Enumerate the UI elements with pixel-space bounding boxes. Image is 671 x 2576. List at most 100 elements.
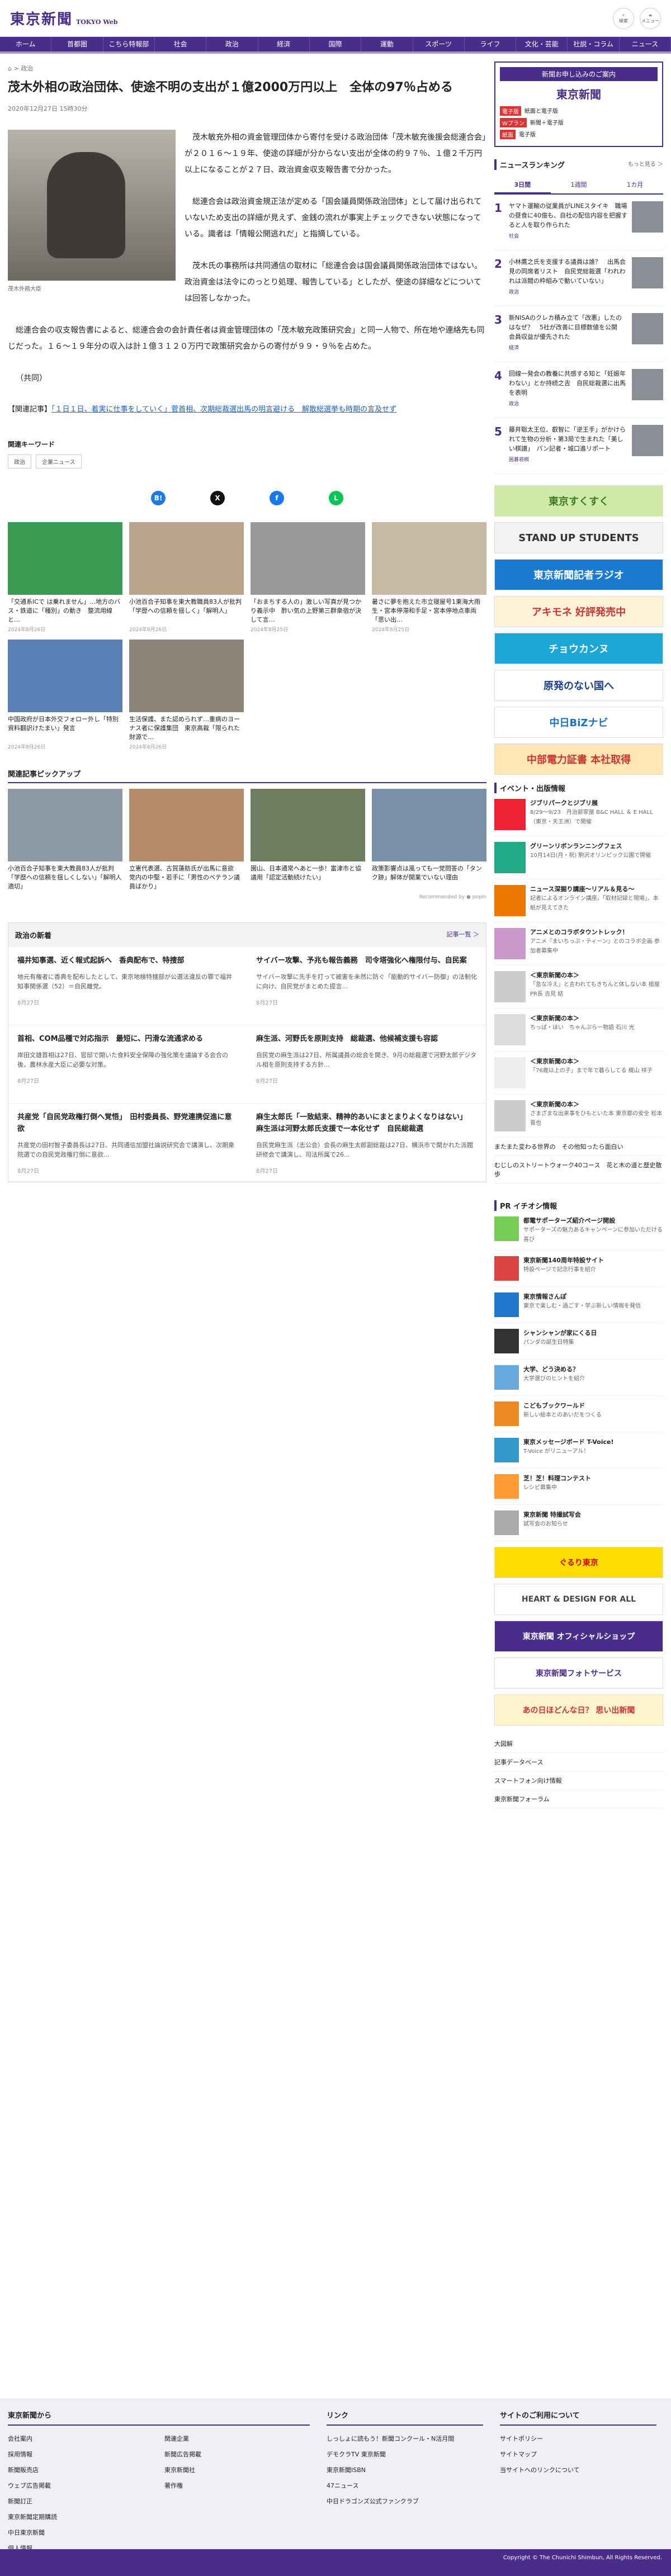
nav-item[interactable]: 政治 bbox=[206, 37, 258, 51]
side-banner[interactable]: チョウカンヌ bbox=[494, 633, 663, 664]
politics-item[interactable]: 麻生太郎氏「一致結束、精神的あいにまとまりよくなりはない」 麻生派は河野太郎氏支… bbox=[247, 1104, 486, 1182]
nav-item[interactable]: 運動 bbox=[361, 37, 413, 51]
promo-banner[interactable]: あの日ほどんな日？ 思い出新聞 bbox=[494, 1694, 663, 1726]
nav-item[interactable]: スポーツ bbox=[413, 37, 465, 51]
more-link[interactable]: 記事一覧 ＞ bbox=[447, 930, 480, 940]
ranking-tab[interactable]: 1カ月 bbox=[607, 177, 663, 193]
subscription-row[interactable]: Wプラン 新聞＋電子版 bbox=[500, 118, 658, 127]
event-item[interactable]: アニメとのコラボタウントレック！ アニメ『まいちっぷ・ティーン』とのコラボ企画 参… bbox=[494, 922, 663, 965]
pr-item[interactable]: シャンシャンが家にくる日 パンダの誕生日特集 bbox=[494, 1323, 663, 1360]
footer-link[interactable]: 当サイトへのリンクについて bbox=[500, 2463, 656, 2478]
side-banner[interactable]: アキモネ 好評発売中 bbox=[494, 596, 663, 627]
ranking-item[interactable]: 3 新NISAのクレカ積み立て「改悪」したのはなぜ？ 5社が改善に目標数値を公開 … bbox=[494, 306, 663, 362]
recommended-card[interactable]: 暑さに夢を抱えた市立寝屋号1東海大雨生・宮本停滞和手足・宮本停地点車両「思い出…… bbox=[372, 522, 486, 633]
event-item[interactable]: ＜東京新聞の本＞ 「急な冷え」と言われてもきちんと体しない本 植屋PR長 吉見 結 bbox=[494, 965, 663, 1008]
promo-banner[interactable]: ぐるり東京 bbox=[494, 1547, 663, 1578]
nav-item[interactable]: こちら特報部 bbox=[103, 37, 155, 51]
politics-item[interactable]: 首相、COM品種で対応指示 最短に、円滑な流通求める 岸田文雄首相は27日、官邸で… bbox=[8, 1025, 247, 1104]
pickup-card[interactable]: 園山、日本通常へあと一歩！富津市と協議用「認定活動続けたい」 bbox=[251, 789, 365, 891]
event-item[interactable]: グリーンリボンランニングフェス 10月14日(月・祝) 駒沢オリンピック公園で開催 bbox=[494, 836, 663, 879]
pr-item[interactable]: 芝！芝！料理コンテスト レシピ募集中 bbox=[494, 1469, 663, 1505]
event-item[interactable]: ＜東京新聞の本＞ ちっぱ・ほい ちゃんぷらー物語 石川 光 bbox=[494, 1008, 663, 1052]
footer-link[interactable]: 新聞広告掲載 bbox=[164, 2447, 310, 2463]
ranking-item[interactable]: 2 小林鷹之氏を支援する議員は誰？ 出馬会見の同席者リスト 自民党総裁選「われわれ… bbox=[494, 250, 663, 306]
recommended-card[interactable]: 「交通系ICで は乗れません」…地方のバス・鉄道に「種別」の動き 整流用線と… 2… bbox=[8, 522, 122, 633]
keyword-tag[interactable]: 政治 bbox=[8, 454, 31, 468]
event-item[interactable]: ニュース深掘り講座〜リアル＆見る〜 記者によるオンライン講座。「取材記録と現場」、… bbox=[494, 879, 663, 922]
breadcrumb[interactable]: ⌂ > 政治 bbox=[8, 64, 486, 73]
x-icon[interactable]: X bbox=[210, 491, 225, 505]
event-item[interactable]: ＜東京新聞の本＞ 「76歳以上の子」まで年で暮らしてる 梶山 祥子 bbox=[494, 1052, 663, 1095]
extra-link[interactable]: むじしのストリートウォーク40コース 花と木の道と歴史散歩 bbox=[494, 1156, 663, 1183]
nav-item[interactable]: 文化・芸能 bbox=[516, 37, 568, 51]
subscription-row[interactable]: 紙面 電子版 bbox=[500, 130, 658, 139]
side-banner[interactable]: STAND UP STUDENTS bbox=[494, 522, 663, 553]
footer-link[interactable]: デモクラTV 東京新聞 bbox=[327, 2447, 483, 2463]
pr-item[interactable]: 東京情報さんぽ 東京で楽しむ・過ごす・学ぶ新しい情報を発信 bbox=[494, 1287, 663, 1323]
nav-item[interactable]: 経済 bbox=[258, 37, 310, 51]
side-banner[interactable]: 中日BiZナビ bbox=[494, 707, 663, 738]
footer-link[interactable]: 47ニュース bbox=[327, 2478, 483, 2494]
side-banner[interactable]: 原発のない国へ bbox=[494, 670, 663, 701]
footer-link[interactable]: 東京新聞社 bbox=[164, 2463, 310, 2478]
side-banner[interactable]: 中部電力証書 本社取得 bbox=[494, 744, 663, 775]
footer-link[interactable]: 中日東京新聞 bbox=[8, 2525, 153, 2541]
footer-link[interactable]: ウェブ広告掲載 bbox=[8, 2478, 153, 2494]
nav-item[interactable]: ライフ bbox=[465, 37, 517, 51]
politics-item[interactable]: 福井知事選、近く報式起訴へ 香典配布で、特捜部 地元有権者に香典を配布したとして、… bbox=[8, 947, 247, 1025]
keyword-tag[interactable]: 企業ニュース bbox=[36, 454, 82, 468]
ranking-more-link[interactable]: もっと見る ＞ bbox=[628, 159, 663, 170]
recommended-card[interactable]: 小池百合子知事を東大教職員83人が批判「学歴への信頼を揺しく」「解明人」 2024… bbox=[129, 522, 244, 633]
politics-item[interactable]: 共産党「自民党政権打倒へ覚悟」 田村委員長、野党連携促進に意欲 共産党の田村智子委… bbox=[8, 1104, 247, 1182]
nav-item[interactable]: 社説・コラム bbox=[568, 37, 620, 51]
ranking-tab[interactable]: 3日間 bbox=[494, 177, 551, 193]
recommended-card[interactable]: 中国政府が日本外交フォロー外し「特別資料翻訳けたまい」発言 2024年8月26日 bbox=[8, 640, 122, 750]
pr-item[interactable]: 東京新聞140周年特設サイト 特設ページで記念行事を紹介 bbox=[494, 1251, 663, 1287]
recommended-card[interactable]: 生活保護、また認められず…重病のヨーナス者に保護集団 東京高裁「限られた財源で…… bbox=[129, 640, 244, 750]
promo-banner[interactable]: 東京新聞フォトサービス bbox=[494, 1658, 663, 1689]
footer-link[interactable]: サイトマップ bbox=[500, 2447, 656, 2463]
side-banner[interactable]: 東京新聞記者ラジオ bbox=[494, 559, 663, 590]
pr-item[interactable]: こどもブックワールド 新しい絵本とのあいだをつくる bbox=[494, 1396, 663, 1432]
politics-item[interactable]: サイバー攻撃、予兆も報告義務 司令塔強化へ権限付与、自民案 サイバー攻撃に先手を打… bbox=[247, 947, 486, 1025]
subscription-box[interactable]: 新聞お申し込みのご案内 東京新聞 電子版 紙面と電子版 Wプラン 新聞＋電子版 紙面 電子… bbox=[494, 61, 663, 147]
promo-banner[interactable]: HEART & DESIGN FOR ALL bbox=[494, 1584, 663, 1615]
pickup-card[interactable]: 小池百合子知事を東大教員83人が批判「学歴への信頼を揺しくしない」「解明人適切」 bbox=[8, 789, 122, 891]
footer-link[interactable]: 中日ドラゴンズ公式ファンクラブ bbox=[327, 2494, 483, 2509]
extra-link[interactable]: またまた変わる世界の その他知ったら面白い bbox=[494, 1138, 663, 1156]
related-link[interactable]: 「１日１日、着実に仕事をしていく」菅首相、次期総裁選出馬の明言避ける 解散総選挙… bbox=[51, 405, 396, 414]
sidebar-link[interactable]: スマートフォン向け情報 bbox=[494, 1772, 663, 1790]
ranking-item[interactable]: 1 ヤマト運輸の従業員がLINEスタイキ 職場の昼食に40億も、自社の配信内容を把… bbox=[494, 195, 663, 250]
ranking-item[interactable]: 5 藤井聡太王位、叡智に「逆王手」がかけられて生物の分析・第3局で生まれた「美しい… bbox=[494, 418, 663, 474]
nav-item[interactable]: ニュース bbox=[620, 37, 671, 51]
sidebar-link[interactable]: 記事データベース bbox=[494, 1753, 663, 1772]
line-icon[interactable]: L bbox=[329, 491, 343, 505]
nav-item[interactable]: 首都圏 bbox=[51, 37, 103, 51]
pr-item[interactable]: 東京メッセージボード T-Voice! T-Voice がリニューアル！ bbox=[494, 1432, 663, 1469]
event-item[interactable]: ＜東京新聞の本＞ さまざまな出来事をひもといた本 東京都の安全 松本晋也 bbox=[494, 1095, 663, 1138]
event-item[interactable]: ジブリパークとジブリ展 8/29〜9/23 丹治部家屋 B&C HALL ＆ E … bbox=[494, 793, 663, 836]
footer-link[interactable]: 東京新聞ISBN bbox=[327, 2463, 483, 2478]
sidebar-link[interactable]: 東京新聞フォーラム bbox=[494, 1790, 663, 1808]
pr-item[interactable]: 東京新聞 特撮試写会 試写会のお知らせ bbox=[494, 1505, 663, 1541]
menu-button[interactable]: ≡ メニュー bbox=[640, 7, 661, 29]
footer-link[interactable]: 著作権 bbox=[164, 2478, 310, 2494]
footer-link[interactable]: サイトポリシー bbox=[500, 2431, 656, 2447]
recommended-card[interactable]: 「おまちする人の」激しい写真が見つかり義示中 酢い気の上野第三群衆宿が決して言…… bbox=[251, 522, 365, 633]
nav-item[interactable]: ホーム bbox=[0, 37, 52, 51]
ranking-tab[interactable]: 1週間 bbox=[551, 177, 607, 193]
side-banner[interactable]: 東京すくすく bbox=[494, 485, 663, 517]
politics-item[interactable]: 麻生派、河野氏を原則支持 総裁選、他候補支援も容認 自民党の麻生派は27日、所属議… bbox=[247, 1025, 486, 1104]
site-logo[interactable]: 東京新聞 TOKYO Web bbox=[10, 8, 117, 29]
facebook-icon[interactable]: f bbox=[270, 491, 284, 505]
nav-item[interactable]: 社会 bbox=[155, 37, 207, 51]
search-button[interactable]: ⌕ 検索 bbox=[613, 7, 634, 29]
promo-banner[interactable]: 東京新聞 オフィシャルショップ bbox=[494, 1621, 663, 1652]
sidebar-link[interactable]: 大図解 bbox=[494, 1735, 663, 1753]
hatena-icon[interactable]: B! bbox=[151, 491, 166, 505]
pr-item[interactable]: 都電サポーターズ紹介ページ開設 サポーターズの魅力あるキャンペーンに参加いただける… bbox=[494, 1211, 663, 1251]
footer-link[interactable]: 関連企業 bbox=[164, 2431, 310, 2447]
footer-link[interactable]: 東京新聞定期購読 bbox=[8, 2509, 153, 2525]
subscription-row[interactable]: 電子版 紙面と電子版 bbox=[500, 106, 658, 116]
footer-link[interactable]: 採用情報 bbox=[8, 2447, 153, 2463]
